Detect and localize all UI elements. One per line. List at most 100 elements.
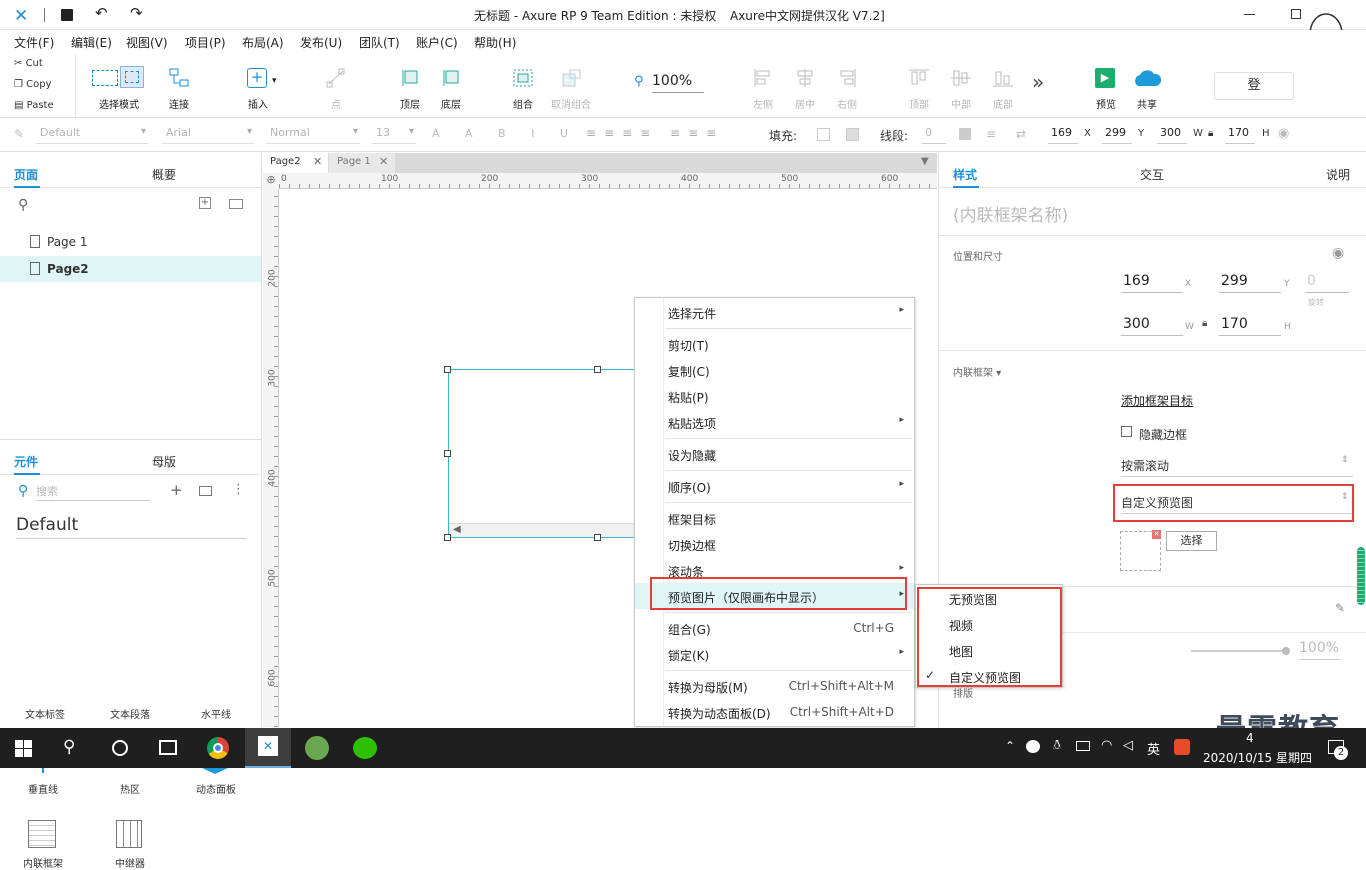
group-button[interactable]: 组合 [505, 54, 541, 118]
send-to-back-button[interactable]: 底层 [433, 54, 469, 118]
opacity-slider[interactable] [1191, 650, 1285, 652]
menu-item-paste-options[interactable]: 粘贴选项 ▸ [635, 409, 914, 435]
menu-item-set-hidden[interactable]: 设为隐藏 [635, 441, 914, 467]
add-frame-target-link[interactable]: 添加框架目标 [1121, 392, 1193, 409]
tray-ime-indicator[interactable]: 英 [1147, 739, 1160, 758]
tab-style[interactable]: 样式 [953, 166, 977, 183]
visibility-eye-icon[interactable]: ◉ [1278, 126, 1289, 141]
add-page-icon[interactable]: + [199, 197, 211, 209]
page-item[interactable]: Page 1 [0, 229, 261, 255]
align-middle-button[interactable]: 中部 [943, 54, 979, 118]
visibility-eye-icon[interactable]: ◉ [1332, 245, 1344, 261]
connect-button[interactable]: 连接 [160, 54, 198, 118]
weight-select[interactable]: Normal [266, 126, 360, 144]
tray-wifi-icon[interactable]: ◠ [1101, 738, 1112, 753]
h-input[interactable]: 170 [1219, 316, 1281, 336]
paste-button[interactable]: ▤ Paste [14, 100, 54, 111]
add-library-icon[interactable]: + [170, 481, 183, 499]
tab-interactions[interactable]: 交互 [1140, 166, 1164, 183]
bring-to-front-button[interactable]: 顶层 [392, 54, 428, 118]
menu-team[interactable]: 团队(T) [359, 34, 400, 51]
preview-button[interactable]: ▶ 预览 [1088, 54, 1124, 118]
widget-name-input[interactable]: (内联框架名称) [953, 201, 1068, 226]
hide-border-checkbox[interactable] [1121, 426, 1132, 437]
menu-item-copy[interactable]: 复制(C) [635, 357, 914, 383]
w-input[interactable]: 300 [1157, 126, 1187, 144]
panel-scrollbar[interactable] [1357, 547, 1365, 605]
more-vertical-icon[interactable]: ⋮ [232, 482, 245, 497]
inline-frame-header[interactable]: 内联框架 ▾ [953, 364, 1001, 379]
tray-wechat-icon[interactable] [1026, 740, 1040, 753]
align-right-button[interactable]: 右侧 [829, 54, 865, 118]
tray-chevron-icon[interactable]: ⌃ [1005, 739, 1015, 753]
minimize-button[interactable] [1244, 14, 1255, 15]
windows-start-icon[interactable] [15, 740, 32, 757]
menu-item-toggle-border[interactable]: 切换边框 [635, 531, 914, 557]
y-input[interactable]: 299 [1102, 126, 1132, 144]
close-icon[interactable]: ✕ [379, 155, 388, 168]
y-input[interactable]: 299 [1219, 273, 1281, 293]
select-mode-button[interactable]: 选择模式 [84, 54, 154, 118]
tab-page2[interactable]: Page2 ✕ [263, 153, 328, 173]
menu-item-cut[interactable]: 剪切(T) [635, 331, 914, 357]
menu-project[interactable]: 项目(P) [185, 34, 226, 51]
align-bottom-button[interactable]: 底部 [985, 54, 1021, 118]
login-button[interactable]: 登 [1214, 72, 1294, 100]
menu-view[interactable]: 视图(V) [126, 34, 168, 51]
resize-handle[interactable] [444, 366, 451, 373]
resize-handle[interactable] [444, 450, 451, 457]
opacity-input[interactable]: 100% [1299, 640, 1341, 660]
cortana-icon[interactable] [112, 740, 128, 756]
share-button[interactable]: 共享 [1128, 54, 1166, 118]
resize-handle[interactable] [444, 534, 451, 541]
tab-widgets[interactable]: 元件 [14, 453, 38, 470]
clock-time[interactable]: 4 [1246, 731, 1254, 745]
widget-vertical-line[interactable]: 垂直线 [8, 781, 78, 796]
tray-battery-icon[interactable] [1076, 741, 1090, 751]
opacity-slider-knob[interactable] [1282, 647, 1290, 655]
align-top-button[interactable]: 顶部 [901, 54, 937, 118]
chrome-icon[interactable] [207, 737, 229, 759]
choose-image-button[interactable]: 选择 [1166, 531, 1217, 551]
menu-item-order[interactable]: 顺序(O) ▸ [635, 473, 914, 499]
lock-icon[interactable]: 🔒︎ [1202, 318, 1207, 329]
close-icon[interactable]: ✕ [313, 155, 322, 168]
search-icon[interactable]: ⚲ [18, 197, 28, 213]
clock-date[interactable]: 2020/10/15 星期四 [1203, 749, 1312, 766]
menu-file[interactable]: 文件(F) [14, 34, 54, 51]
text-align-icons[interactable]: ≡≡≡≡ ≡≡≡ [586, 126, 724, 140]
fill-color-icon[interactable] [817, 128, 830, 141]
task-view-icon[interactable] [159, 740, 177, 755]
copy-button[interactable]: ❐ Copy [14, 79, 52, 90]
shadow-icon[interactable] [846, 128, 859, 141]
zoom-select[interactable]: 100% [652, 73, 704, 93]
widget-search-input[interactable]: 搜索 [36, 483, 150, 501]
ungroup-button[interactable]: 取消组合 [548, 54, 594, 118]
rotation-input[interactable]: 0 [1305, 273, 1349, 293]
align-left-button[interactable]: 左侧 [745, 54, 781, 118]
menu-layout[interactable]: 布局(A) [242, 34, 284, 51]
scroll-select[interactable]: 按需滚动 [1121, 457, 1353, 477]
line-width-input[interactable]: 0 [922, 126, 946, 144]
library-select[interactable]: Default [16, 515, 246, 539]
arrow-style-icon[interactable]: ⇄ [1016, 127, 1026, 141]
size-select[interactable]: 13 [372, 126, 416, 144]
save-icon[interactable] [61, 9, 73, 21]
menu-item-group[interactable]: 组合(G) Ctrl+G [635, 615, 914, 641]
edit-icon[interactable]: ✎ [1335, 601, 1345, 615]
more-tools-icon[interactable]: » [1032, 70, 1044, 94]
menu-item-convert-dynamic-panel[interactable]: 转换为动态面板(D) Ctrl+Shift+Alt+D [635, 699, 914, 725]
tray-qq-icon[interactable]: 🐧︎ [1053, 738, 1061, 754]
tab-outline[interactable]: 概要 [152, 166, 176, 183]
h-input[interactable]: 170 [1225, 126, 1255, 144]
menu-item-convert-master[interactable]: 转换为母版(M) Ctrl+Shift+Alt+M [635, 673, 914, 699]
widget-repeater[interactable]: 中继器 [95, 855, 165, 870]
menu-item-frame-target[interactable]: 框架目标 [635, 505, 914, 531]
x-input[interactable]: 169 [1121, 273, 1183, 293]
tab-page1[interactable]: Page 1 ✕ [329, 153, 395, 173]
tray-volume-icon[interactable]: ◁ [1123, 738, 1133, 753]
scroll-left-icon[interactable]: ◀ [453, 524, 461, 535]
menu-item-select-widget[interactable]: 选择元件 ▸ [635, 299, 914, 325]
x-input[interactable]: 169 [1048, 126, 1078, 144]
tray-sogou-icon[interactable] [1174, 739, 1190, 755]
